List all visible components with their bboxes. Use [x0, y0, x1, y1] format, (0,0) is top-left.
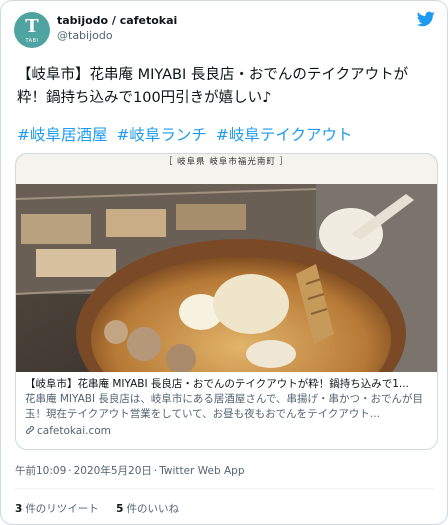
link-description: 花串庵 MIYABI 長良店は、岐阜市にある居酒屋さんで、串揚げ・串かつ・おでん…	[25, 393, 423, 420]
tweet-stats: 3 件のリツイート 5 件のいいね	[15, 501, 193, 516]
tweet-timestamp: 午前10:09 · 2020年5月20日 · Twitter Web App	[15, 463, 245, 478]
retweet-label: 件のリツイート	[25, 503, 99, 515]
link-domain-text: cafetokai.com	[37, 425, 111, 437]
avatar-caption: TABI	[25, 38, 39, 44]
hashtag-link[interactable]: #岐阜居酒屋	[17, 126, 108, 144]
link-preview-card[interactable]: ［ 岐阜県 岐阜市福光南町 ］ 【岐阜市】花串庵 MIYABI 長良店・おでんの…	[15, 153, 438, 450]
photo-location-caption: ［ 岐阜県 岐阜市福光南町 ］	[16, 154, 437, 184]
avatar[interactable]: T TABI	[14, 12, 50, 48]
like-label: 件のいいね	[126, 503, 179, 515]
link-title: 【岐阜市】花串庵 MIYABI 長良店・おでんのテイクアウトが粋！鍋持ち込みで1…	[25, 378, 409, 390]
user-info: tabijodo / cafetokai @tabijodo	[57, 13, 177, 43]
tweet-date[interactable]: 2020年5月20日	[74, 465, 152, 477]
hashtag-link[interactable]: #岐阜ランチ	[116, 126, 207, 144]
separator-dot: ·	[68, 465, 72, 477]
tweet-source[interactable]: Twitter Web App	[159, 465, 244, 477]
user-handle[interactable]: @tabijodo	[57, 28, 177, 43]
link-domain: cafetokai.com	[25, 423, 428, 439]
hashtag-list: #岐阜居酒屋 #岐阜ランチ #岐阜テイクアウト	[17, 124, 357, 146]
twitter-bird-icon[interactable]	[417, 11, 435, 27]
tweet-card: T TABI tabijodo / cafetokai @tabijodo 【岐…	[0, 0, 448, 525]
retweet-count-link[interactable]: 3 件のリツイート	[15, 503, 99, 515]
oden-photo	[16, 154, 437, 372]
separator-dot: ·	[153, 465, 158, 477]
link-meta: 【岐阜市】花串庵 MIYABI 長良店・おでんのテイクアウトが粋！鍋持ち込みで1…	[16, 376, 437, 439]
link-icon	[26, 426, 34, 434]
display-name[interactable]: tabijodo / cafetokai	[57, 13, 177, 28]
tweet-text: 【岐阜市】花串庵 MIYABI 長良店・おでんのテイクアウトが粋！鍋持ち込みで1…	[17, 67, 409, 106]
retweet-count: 3	[15, 503, 23, 515]
hashtag-link[interactable]: #岐阜テイクアウト	[216, 126, 353, 144]
divider	[15, 488, 435, 489]
avatar-letter: T	[25, 16, 39, 37]
tweet-time[interactable]: 午前10:09	[15, 465, 66, 477]
like-count: 5	[116, 503, 124, 515]
like-count-link[interactable]: 5 件のいいね	[116, 503, 179, 515]
